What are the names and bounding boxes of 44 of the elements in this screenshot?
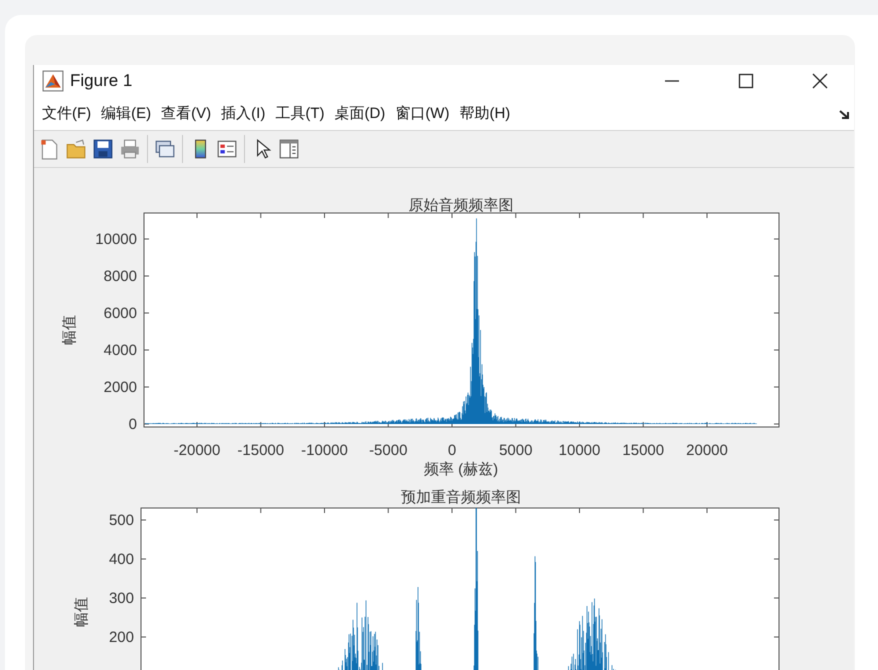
menu-item[interactable]: 工具(T) bbox=[271, 104, 328, 123]
plot-title: 预加重音频频率图 bbox=[401, 489, 521, 506]
y-axis-label: 幅值 bbox=[61, 315, 78, 345]
close-icon bbox=[812, 73, 828, 89]
x-tick-label: -20000 bbox=[174, 442, 220, 459]
x-tick-label: 20000 bbox=[686, 442, 728, 459]
printer-icon[interactable] bbox=[119, 138, 141, 160]
x-tick-label: -15000 bbox=[237, 442, 284, 459]
menu-item[interactable]: 桌面(D) bbox=[330, 104, 390, 123]
y-tick-label: 6000 bbox=[104, 305, 137, 322]
x-tick-label: 0 bbox=[448, 442, 456, 459]
y-axis-label: 幅值 bbox=[73, 597, 90, 627]
menu-item[interactable]: 查看(V) bbox=[157, 104, 216, 123]
y-tick-label: 4000 bbox=[104, 342, 137, 359]
menu-item[interactable]: 帮助(H) bbox=[455, 104, 514, 123]
x-tick-label: -10000 bbox=[301, 442, 348, 459]
x-tick-label: -5000 bbox=[369, 442, 408, 459]
minimize-icon bbox=[664, 80, 680, 82]
save-icon[interactable] bbox=[92, 138, 114, 160]
menu-item[interactable]: 文件(F) bbox=[38, 104, 96, 123]
x-tick-label: 10000 bbox=[558, 442, 600, 459]
window-stack-icon[interactable] bbox=[154, 138, 176, 160]
menu-item[interactable]: 插入(I) bbox=[217, 104, 270, 123]
y-tick-label: 500 bbox=[108, 512, 134, 529]
dock-arrow-icon[interactable] bbox=[838, 108, 850, 120]
y-tick-label: 8000 bbox=[104, 268, 137, 285]
y-tick-label: 2000 bbox=[104, 379, 137, 396]
menu-item[interactable]: 编辑(E) bbox=[97, 104, 156, 123]
matlab-logo-icon bbox=[42, 70, 64, 92]
y-tick-label: 200 bbox=[108, 629, 134, 646]
plot-title: 原始音频频率图 bbox=[408, 197, 514, 214]
y-tick-label: 400 bbox=[108, 551, 134, 568]
maximize-icon bbox=[738, 73, 754, 89]
x-axis-label: 频率 (赫兹) bbox=[424, 461, 498, 478]
menu-item[interactable]: 窗口(W) bbox=[391, 104, 454, 123]
legend-icon[interactable] bbox=[216, 138, 238, 160]
y-tick-label: 10000 bbox=[95, 231, 137, 248]
window-title: Figure 1 bbox=[70, 71, 134, 91]
folder-icon[interactable] bbox=[65, 138, 87, 160]
panel-icon[interactable] bbox=[278, 138, 300, 160]
y-tick-label: 300 bbox=[108, 590, 134, 607]
x-tick-label: 5000 bbox=[499, 442, 532, 459]
y-tick-label: 0 bbox=[128, 416, 137, 433]
x-tick-label: 15000 bbox=[622, 442, 664, 459]
